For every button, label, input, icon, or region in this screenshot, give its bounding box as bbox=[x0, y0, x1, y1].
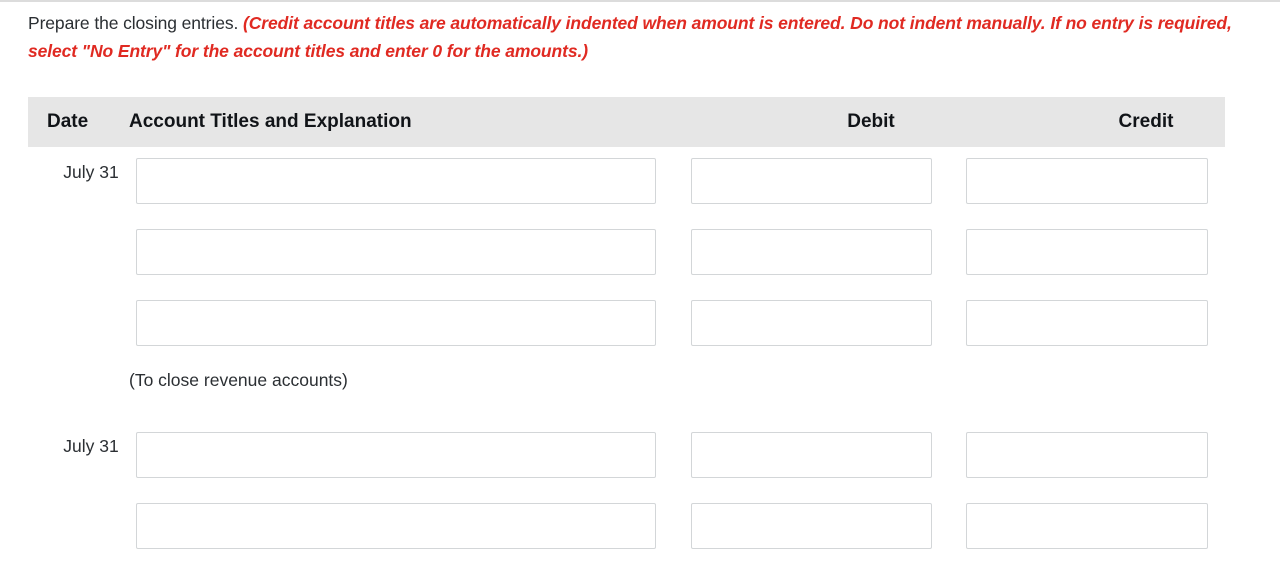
account-title-input[interactable] bbox=[136, 300, 656, 346]
journal-entry-table: Date Account Titles and Explanation Debi… bbox=[28, 97, 1225, 563]
table-row bbox=[28, 289, 1225, 360]
debit-amount-input[interactable] bbox=[691, 229, 932, 275]
column-header-account-titles: Account Titles and Explanation bbox=[129, 111, 412, 132]
column-header-credit: Credit bbox=[1118, 111, 1174, 132]
credit-amount-input[interactable] bbox=[966, 158, 1208, 204]
table-caption-row: (To close revenue accounts) bbox=[28, 360, 1225, 421]
debit-amount-input[interactable] bbox=[691, 432, 932, 478]
debit-amount-input[interactable] bbox=[691, 158, 932, 204]
credit-amount-input[interactable] bbox=[966, 432, 1208, 478]
credit-amount-input[interactable] bbox=[966, 503, 1208, 549]
account-title-input[interactable] bbox=[136, 229, 656, 275]
account-title-input[interactable] bbox=[136, 158, 656, 204]
debit-amount-input[interactable] bbox=[691, 300, 932, 346]
debit-amount-input[interactable] bbox=[691, 503, 932, 549]
column-header-debit: Debit bbox=[847, 111, 895, 132]
table-body: July 31 (To close revenue accounts) July 3… bbox=[28, 147, 1225, 563]
instruction-text: Prepare the closing entries. (Credit acc… bbox=[28, 9, 1260, 65]
table-row bbox=[28, 492, 1225, 563]
entry-date-label: July 31 bbox=[63, 162, 119, 182]
table-header-row: Date Account Titles and Explanation Debi… bbox=[28, 97, 1225, 147]
column-header-date: Date bbox=[47, 111, 89, 132]
credit-amount-input[interactable] bbox=[966, 300, 1208, 346]
table-row bbox=[28, 218, 1225, 289]
entry-date-label: July 31 bbox=[63, 436, 119, 456]
credit-amount-input[interactable] bbox=[966, 229, 1208, 275]
table-row: July 31 bbox=[28, 147, 1225, 218]
instruction-lead: Prepare the closing entries. bbox=[28, 13, 239, 33]
table-row: July 31 bbox=[28, 421, 1225, 492]
top-divider bbox=[0, 0, 1280, 2]
account-title-input[interactable] bbox=[136, 432, 656, 478]
entry-caption-text: (To close revenue accounts) bbox=[129, 370, 348, 390]
account-title-input[interactable] bbox=[136, 503, 656, 549]
